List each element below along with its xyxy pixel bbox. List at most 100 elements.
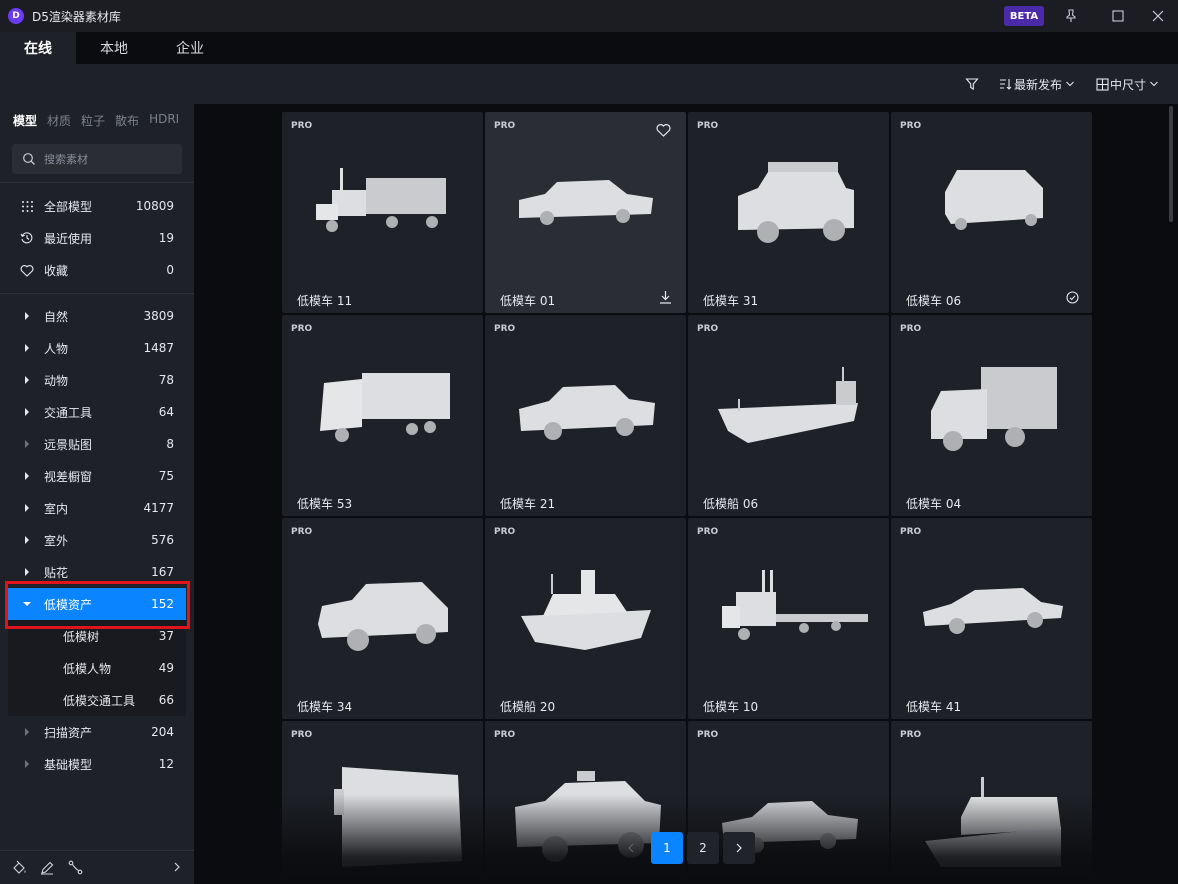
sidebar-item-count: 0: [166, 263, 174, 277]
sidebar-item-parallax-windows[interactable]: 视差橱窗 75: [8, 460, 186, 492]
pro-badge: PRO: [697, 121, 719, 131]
sidebar-item-recent[interactable]: 最近使用 19: [8, 222, 186, 254]
sidebar-item-favorites[interactable]: 收藏 0: [8, 254, 186, 286]
size-dropdown[interactable]: 中尺寸: [1096, 74, 1159, 94]
asset-card[interactable]: PRO 低模车 31: [688, 112, 889, 313]
sidebar-item-all-models[interactable]: 全部模型 10809: [8, 190, 186, 222]
asset-card[interactable]: PRO 低模车 21: [485, 315, 686, 516]
tab-online[interactable]: 在线: [0, 32, 76, 64]
sidebar-item-count: 75: [158, 469, 174, 483]
asset-card[interactable]: PRO 低模车 04: [891, 315, 1092, 516]
asset-card[interactable]: PRO 低模车 53: [282, 315, 483, 516]
caret-right-icon: [25, 344, 29, 352]
sidebar-item-nature[interactable]: 自然 3809: [8, 300, 186, 332]
asset-name: 低模车 34: [297, 700, 353, 714]
pro-badge: PRO: [900, 527, 922, 537]
pro-badge: PRO: [494, 527, 516, 537]
grid-icon: [20, 199, 34, 213]
sidebar-item-label: 动物: [44, 373, 69, 388]
page-2-button[interactable]: 2: [687, 832, 719, 864]
divider: [0, 293, 194, 294]
pro-badge: PRO: [494, 730, 516, 740]
caret-right-icon: [25, 760, 29, 768]
caret-right-icon: [25, 376, 29, 384]
sidebar-item-decals[interactable]: 贴花 167: [8, 556, 186, 588]
sidebar-item-count: 1487: [143, 341, 174, 355]
scrollbar-thumb[interactable]: [1169, 106, 1173, 222]
sidebar-item-vehicles[interactable]: 交通工具 64: [8, 396, 186, 428]
sidebar-subitem-lowpoly-vehicles[interactable]: 低模交通工具 66: [8, 684, 186, 716]
sidebar-item-count: 78: [158, 373, 174, 387]
chevron-down-icon: [1066, 81, 1074, 87]
asset-card[interactable]: PRO 低模车 01: [485, 112, 686, 313]
tab-local[interactable]: 本地: [76, 32, 152, 64]
search-input[interactable]: [44, 152, 174, 166]
sidebar-item-count: 204: [151, 725, 174, 739]
asset-name: 低模船 20: [500, 700, 556, 714]
sidebar-item-count: 49: [158, 661, 174, 675]
paint-bucket-icon[interactable]: [12, 860, 27, 878]
sidebar-item-scanned-assets[interactable]: 扫描资产 204: [8, 716, 186, 748]
sidebar-item-people[interactable]: 人物 1487: [8, 332, 186, 364]
sidebar-item-label: 低模人物: [63, 661, 112, 676]
sidebar-item-label: 低模交通工具: [63, 693, 136, 708]
sidebar-item-label: 低模资产: [44, 597, 93, 612]
sort-label: 最新发布: [1014, 77, 1063, 92]
beta-badge: BETA: [1004, 6, 1044, 26]
sidebar-item-label: 收藏: [44, 263, 69, 278]
sort-icon: [1000, 79, 1012, 90]
caret-right-icon: [25, 728, 29, 736]
asset-tab-materials[interactable]: 材质: [47, 112, 71, 130]
asset-tab-models[interactable]: 模型: [13, 112, 37, 130]
asset-thumbnail: [722, 570, 868, 640]
heart-icon[interactable]: [655, 122, 671, 138]
maximize-button[interactable]: [1106, 4, 1130, 28]
sidebar-subitem-lowpoly-people[interactable]: 低模人物 49: [8, 652, 186, 684]
sidebar-item-interior[interactable]: 室内 4177: [8, 492, 186, 524]
sidebar-item-label: 交通工具: [44, 405, 93, 420]
asset-card[interactable]: PRO 低模船 06: [688, 315, 889, 516]
asset-card[interactable]: PRO 低模车 34: [282, 518, 483, 719]
search-box[interactable]: [12, 144, 182, 174]
chevron-right-icon[interactable]: [172, 861, 182, 876]
caret-right-icon: [25, 536, 29, 544]
close-button[interactable]: [1146, 4, 1170, 28]
download-icon[interactable]: [657, 289, 673, 305]
sidebar-item-basic-models[interactable]: 基础模型 12: [8, 748, 186, 780]
sidebar-item-lowpoly-assets[interactable]: 低模资产 152: [8, 588, 186, 620]
tab-enterprise[interactable]: 企业: [152, 32, 228, 64]
sidebar-item-backdrops[interactable]: 远景贴图 8: [8, 428, 186, 460]
pin-button[interactable]: [1059, 4, 1083, 28]
caret-right-icon: [25, 568, 29, 576]
sidebar-item-label: 最近使用: [44, 231, 93, 246]
asset-card[interactable]: PRO 低模车 11: [282, 112, 483, 313]
prev-page-button[interactable]: [615, 832, 647, 864]
toolbar: 最新发布 中尺寸: [0, 64, 1178, 104]
sort-dropdown[interactable]: 最新发布: [999, 74, 1075, 94]
sidebar-item-count: 3809: [143, 309, 174, 323]
pencil-icon[interactable]: [40, 860, 55, 878]
asset-tab-scatter[interactable]: 散布: [115, 112, 139, 130]
filter-icon: [965, 78, 979, 90]
path-nodes-icon[interactable]: [68, 860, 83, 878]
asset-tab-particles[interactable]: 粒子: [81, 112, 105, 130]
asset-name: 低模车 21: [500, 497, 556, 511]
sidebar-item-count: 576: [151, 533, 174, 547]
sidebar-item-count: 37: [158, 629, 174, 643]
asset-card[interactable]: PRO 低模船 20: [485, 518, 686, 719]
sidebar-subitem-lowpoly-trees[interactable]: 低模树 37: [8, 620, 186, 652]
sidebar-item-animals[interactable]: 动物 78: [8, 364, 186, 396]
sidebar-item-exterior[interactable]: 室外 576: [8, 524, 186, 556]
asset-card[interactable]: PRO 低模车 10: [688, 518, 889, 719]
next-page-button[interactable]: [723, 832, 755, 864]
asset-type-tabs: 模型 材质 粒子 散布 HDRI: [13, 112, 189, 130]
asset-card[interactable]: PRO 低模车 06: [891, 112, 1092, 313]
asset-thumbnail: [718, 367, 858, 443]
filter-button[interactable]: [965, 74, 979, 94]
source-tabs: 在线 本地 企业: [0, 32, 1178, 64]
asset-card[interactable]: PRO 低模车 41: [891, 518, 1092, 719]
pro-badge: PRO: [494, 121, 516, 131]
pro-badge: PRO: [697, 527, 719, 537]
page-1-button[interactable]: 1: [651, 832, 683, 864]
asset-tab-hdri[interactable]: HDRI: [149, 112, 179, 130]
